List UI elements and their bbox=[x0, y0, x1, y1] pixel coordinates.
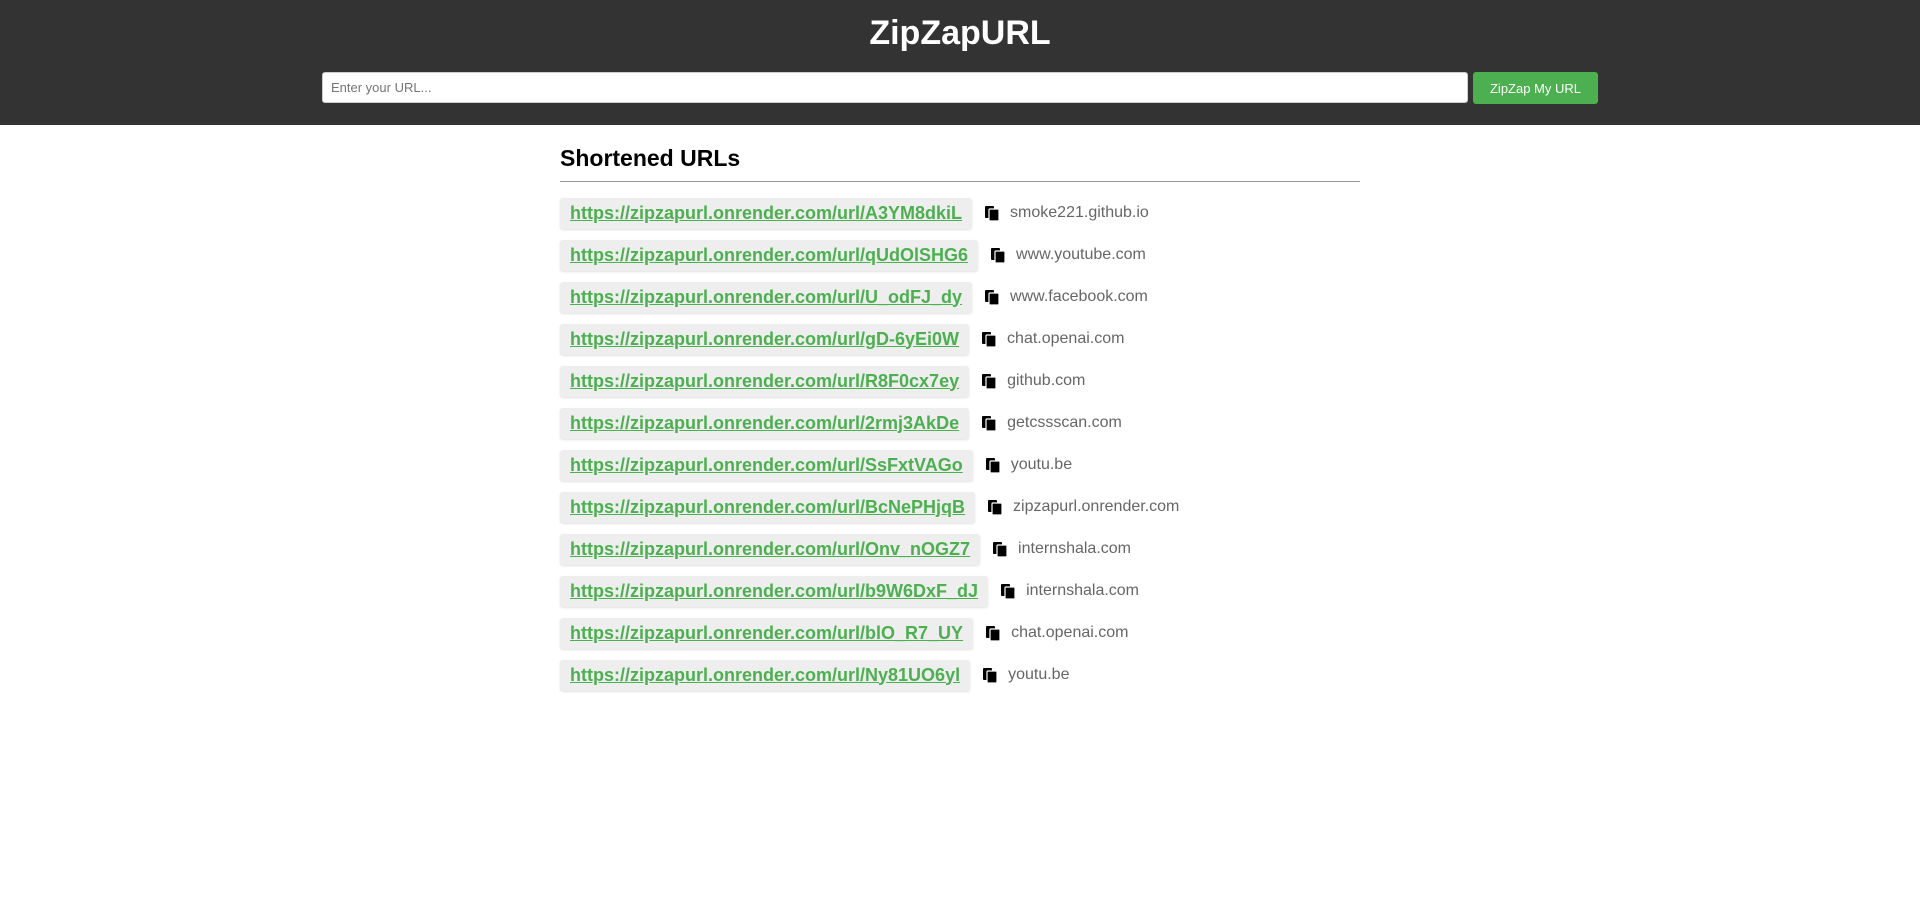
original-domain: internshala.com bbox=[1018, 540, 1131, 557]
copy-icon[interactable] bbox=[984, 205, 1000, 222]
list-item: https://zipzapurl.onrender.com/url/Ny81U… bbox=[560, 654, 1360, 696]
short-link-box: https://zipzapurl.onrender.com/url/gD-6y… bbox=[560, 323, 970, 355]
list-item: https://zipzapurl.onrender.com/url/blO_R… bbox=[560, 612, 1360, 654]
original-domain: smoke221.github.io bbox=[1010, 204, 1149, 221]
short-url-link[interactable]: https://zipzapurl.onrender.com/url/U_odF… bbox=[570, 287, 962, 307]
original-domain: github.com bbox=[1007, 372, 1086, 389]
list-item: https://zipzapurl.onrender.com/url/Onv_n… bbox=[560, 528, 1360, 570]
short-link-box: https://zipzapurl.onrender.com/url/Onv_n… bbox=[560, 533, 981, 565]
copy-icon[interactable] bbox=[981, 331, 997, 348]
short-link-box: https://zipzapurl.onrender.com/url/Ny81U… bbox=[560, 659, 971, 691]
header: ZipZapURL ZipZap My URL bbox=[0, 0, 1920, 125]
original-domain: youtu.be bbox=[1010, 456, 1073, 473]
original-domain: internshala.com bbox=[1026, 582, 1140, 599]
list-item: https://zipzapurl.onrender.com/url/qUdOl… bbox=[560, 234, 1360, 276]
copy-icon[interactable] bbox=[982, 667, 998, 684]
original-domain: www.youtube.com bbox=[1016, 246, 1146, 263]
short-link-box: https://zipzapurl.onrender.com/url/blO_R… bbox=[560, 617, 974, 649]
original-domain: chat.openai.com bbox=[1007, 330, 1125, 347]
list-item: https://zipzapurl.onrender.com/url/SsFxt… bbox=[560, 444, 1360, 486]
list-item: https://zipzapurl.onrender.com/url/gD-6y… bbox=[560, 318, 1360, 360]
main-content: Shortened URLs https://zipzapurl.onrende… bbox=[560, 125, 1360, 696]
short-url-link[interactable]: https://zipzapurl.onrender.com/url/Onv_n… bbox=[570, 539, 970, 559]
short-url-link[interactable]: https://zipzapurl.onrender.com/url/Ny81U… bbox=[570, 665, 960, 685]
short-link-box: https://zipzapurl.onrender.com/url/R8F0c… bbox=[560, 365, 970, 397]
short-url-link[interactable]: https://zipzapurl.onrender.com/url/qUdOl… bbox=[570, 245, 968, 265]
copy-icon[interactable] bbox=[1000, 583, 1016, 600]
list-item: https://zipzapurl.onrender.com/url/2rmj3… bbox=[560, 402, 1360, 444]
copy-icon[interactable] bbox=[985, 625, 1001, 642]
short-url-link[interactable]: https://zipzapurl.onrender.com/url/SsFxt… bbox=[570, 455, 963, 475]
original-domain: zipzapurl.onrender.com bbox=[1013, 498, 1180, 515]
shortened-url-list: https://zipzapurl.onrender.com/url/A3YM8… bbox=[560, 192, 1360, 696]
list-item: https://zipzapurl.onrender.com/url/BcNeP… bbox=[560, 486, 1360, 528]
short-link-box: https://zipzapurl.onrender.com/url/U_odF… bbox=[560, 281, 973, 313]
original-domain: www.facebook.com bbox=[1010, 288, 1148, 305]
app-title: ZipZapURL bbox=[869, 14, 1051, 52]
short-url-link[interactable]: https://zipzapurl.onrender.com/url/2rmj3… bbox=[570, 413, 959, 433]
list-item: https://zipzapurl.onrender.com/url/b9W6D… bbox=[560, 570, 1360, 612]
list-item: https://zipzapurl.onrender.com/url/U_odF… bbox=[560, 276, 1360, 318]
copy-icon[interactable] bbox=[985, 457, 1001, 474]
short-url-link[interactable]: https://zipzapurl.onrender.com/url/A3YM8… bbox=[570, 203, 962, 223]
short-url-link[interactable]: https://zipzapurl.onrender.com/url/BcNeP… bbox=[570, 497, 965, 517]
url-form: ZipZap My URL bbox=[322, 72, 1598, 105]
short-link-box: https://zipzapurl.onrender.com/url/A3YM8… bbox=[560, 197, 973, 229]
short-link-box: https://zipzapurl.onrender.com/url/qUdOl… bbox=[560, 239, 979, 271]
short-link-box: https://zipzapurl.onrender.com/url/BcNeP… bbox=[560, 491, 976, 523]
url-input[interactable] bbox=[322, 72, 1468, 103]
original-domain: chat.openai.com bbox=[1011, 624, 1129, 641]
short-url-link[interactable]: https://zipzapurl.onrender.com/url/R8F0c… bbox=[570, 371, 959, 391]
short-url-link[interactable]: https://zipzapurl.onrender.com/url/b9W6D… bbox=[570, 581, 978, 601]
original-domain: getcssscan.com bbox=[1007, 414, 1122, 431]
copy-icon[interactable] bbox=[981, 415, 997, 432]
short-link-box: https://zipzapurl.onrender.com/url/b9W6D… bbox=[560, 575, 989, 607]
list-item: https://zipzapurl.onrender.com/url/A3YM8… bbox=[560, 192, 1360, 234]
copy-icon[interactable] bbox=[981, 373, 997, 390]
copy-icon[interactable] bbox=[984, 289, 1000, 306]
short-link-box: https://zipzapurl.onrender.com/url/2rmj3… bbox=[560, 407, 970, 439]
short-url-link[interactable]: https://zipzapurl.onrender.com/url/blO_R… bbox=[570, 623, 963, 643]
list-item: https://zipzapurl.onrender.com/url/R8F0c… bbox=[560, 360, 1360, 402]
short-link-box: https://zipzapurl.onrender.com/url/SsFxt… bbox=[560, 449, 973, 481]
section-title: Shortened URLs bbox=[560, 145, 1360, 182]
copy-icon[interactable] bbox=[987, 499, 1003, 516]
copy-icon[interactable] bbox=[990, 247, 1006, 264]
original-domain: youtu.be bbox=[1008, 666, 1070, 683]
zipzap-submit-button[interactable]: ZipZap My URL bbox=[1473, 72, 1598, 104]
copy-icon[interactable] bbox=[992, 541, 1008, 558]
short-url-link[interactable]: https://zipzapurl.onrender.com/url/gD-6y… bbox=[570, 329, 959, 349]
